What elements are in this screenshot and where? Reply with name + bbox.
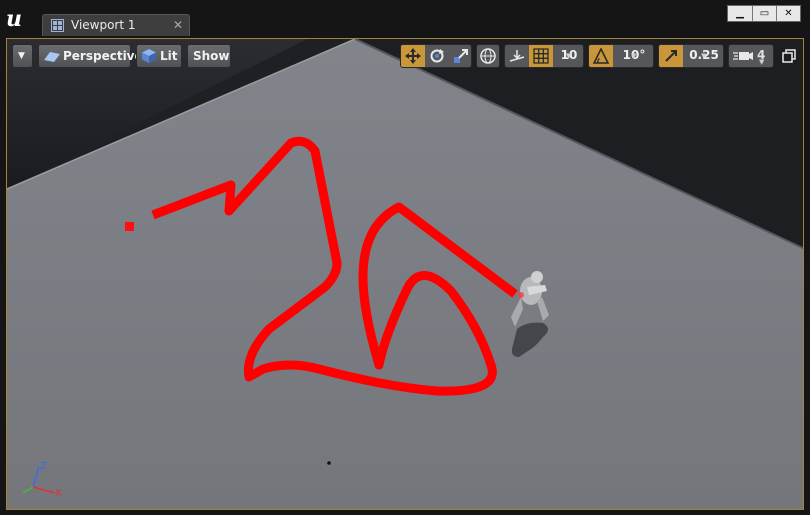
- camera-speed-icon: [733, 52, 753, 60]
- chevron-down-icon: ▼: [701, 52, 707, 60]
- rotate-icon: [430, 49, 444, 63]
- chevron-down-icon: ▼: [631, 52, 637, 60]
- scale-icon: [454, 49, 468, 63]
- rotation-snap-group: 10° ▼: [588, 44, 654, 68]
- maximize-viewport-icon[interactable]: [782, 49, 796, 63]
- rotation-snap-value-dropdown[interactable]: 10° ▼: [613, 45, 653, 67]
- globe-icon: [480, 48, 496, 64]
- close-button[interactable]: ✕: [776, 6, 800, 21]
- scale-snap-icon: [665, 50, 677, 62]
- surface-snap-icon: [509, 50, 525, 62]
- grid-icon: [533, 48, 549, 64]
- svg-text:u: u: [6, 6, 22, 31]
- surface-snap-button[interactable]: [505, 45, 529, 67]
- minimize-button[interactable]: ▁: [728, 6, 752, 21]
- viewport-options-button[interactable]: ▼: [12, 44, 33, 68]
- x-axis-label: X: [55, 488, 62, 499]
- perspective-icon: [44, 52, 60, 62]
- scene-render: [7, 39, 803, 509]
- close-tab-icon[interactable]: ✕: [173, 18, 183, 32]
- rotate-mode-button[interactable]: [425, 45, 449, 67]
- scale-snap-value-dropdown[interactable]: 0.25 ▼: [683, 45, 723, 67]
- lit-label: Lit: [160, 49, 178, 63]
- coordinate-system-button[interactable]: [476, 44, 500, 68]
- transform-mode-group: [400, 44, 472, 68]
- unreal-logo-icon[interactable]: u: [4, 5, 30, 31]
- grid-snap-toggle[interactable]: [529, 45, 553, 67]
- tab-viewport-1[interactable]: Viewport 1 ✕: [42, 14, 190, 36]
- angle-icon: [593, 48, 609, 64]
- z-axis-label: Z: [40, 461, 47, 472]
- title-bar: u Viewport 1 ✕ ▁ ▭ ✕: [0, 0, 810, 38]
- scale-mode-button[interactable]: [449, 45, 471, 67]
- grid-snap-value-dropdown[interactable]: 10 ▼: [553, 45, 583, 67]
- axis-gizmo: Z X: [22, 461, 62, 499]
- chevron-down-icon: ▼: [18, 51, 25, 61]
- camera-speed-dropdown[interactable]: 4 ▼: [728, 44, 774, 68]
- tab-label: Viewport 1: [71, 18, 136, 32]
- window-controls: ▁ ▭ ✕: [727, 5, 801, 22]
- translate-mode-button[interactable]: [401, 45, 425, 67]
- show-button[interactable]: Show: [187, 44, 231, 68]
- perspective-button[interactable]: Perspective: [38, 44, 143, 68]
- lit-cube-icon: [142, 49, 156, 63]
- maximize-button[interactable]: ▭: [752, 6, 776, 21]
- chevron-down-icon: ▼: [566, 52, 572, 60]
- level-viewport[interactable]: ▼ Perspective Lit Show 10 ▼ 10° ▼ 0.25 ▼…: [6, 38, 804, 510]
- lit-button[interactable]: Lit: [136, 44, 182, 68]
- perspective-label: Perspective: [63, 49, 143, 63]
- move-arrows-icon: [405, 48, 421, 64]
- grid-snap-group: 10 ▼: [504, 44, 584, 68]
- chevron-down-icon: ▼: [759, 58, 765, 66]
- viewport-grid-icon: [51, 19, 64, 32]
- scene-point: [327, 461, 331, 465]
- scale-snap-toggle[interactable]: [659, 45, 683, 67]
- viewport-toolbar-left: ▼ Perspective Lit Show: [12, 44, 252, 68]
- viewport-toolbar-right: 10 ▼ 10° ▼ 0.25 ▼ 4 ▼: [400, 44, 800, 68]
- path-start-marker: [125, 222, 134, 231]
- scale-snap-group: 0.25 ▼: [658, 44, 724, 68]
- show-label: Show: [193, 49, 230, 63]
- rotation-snap-toggle[interactable]: [589, 45, 613, 67]
